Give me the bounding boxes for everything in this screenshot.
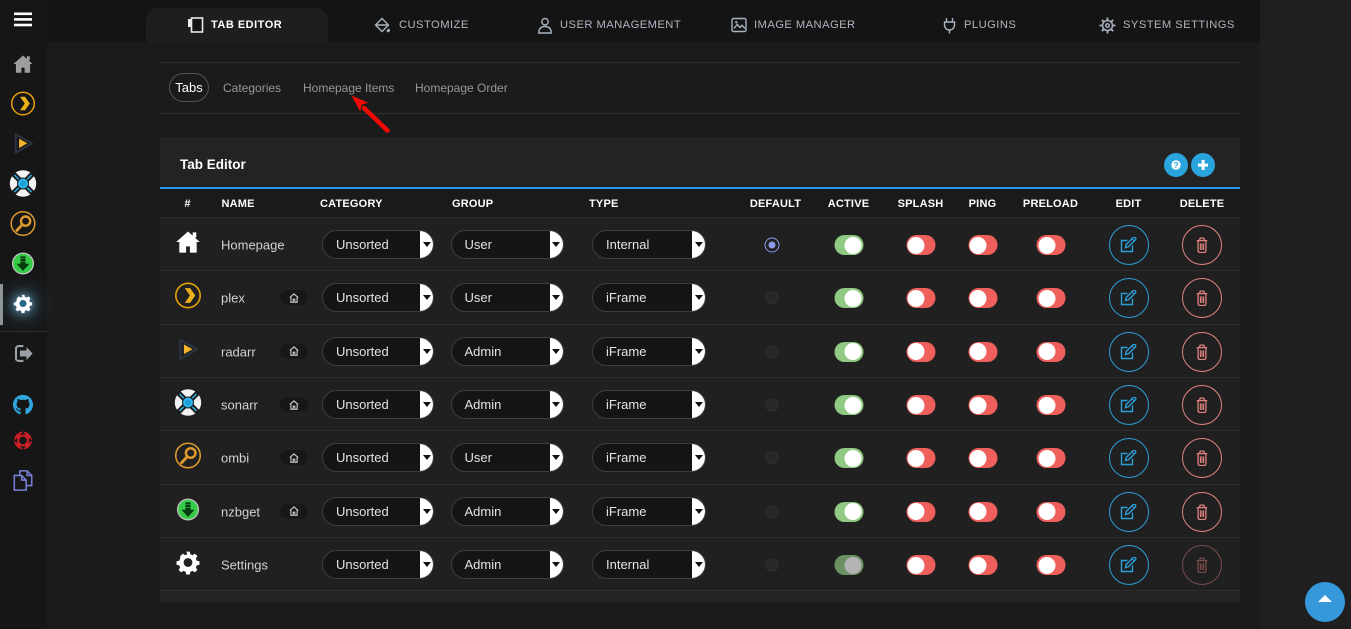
svg-text:?: ? bbox=[1173, 160, 1178, 170]
